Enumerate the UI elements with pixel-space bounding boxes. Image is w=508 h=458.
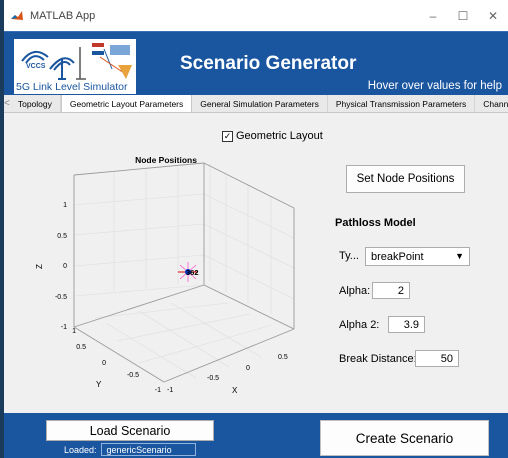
checkbox-box[interactable]: ✓ (222, 130, 233, 142)
window-titlebar: MATLAB App – ☐ ✕ (4, 0, 508, 31)
y-tick: -0.5 (127, 372, 139, 379)
alpha-field[interactable]: 2 (372, 282, 410, 299)
tab-label: Channe (483, 98, 508, 109)
plot-grid (73, 164, 295, 383)
break-distance-field[interactable]: 50 (415, 350, 459, 367)
help-hint: Hover over values for help (367, 80, 502, 92)
y-tick: 1 (72, 328, 76, 335)
z-axis-label: Z (35, 264, 44, 269)
loaded-scenario-row: Loaded: genericScenario (64, 443, 196, 456)
simulator-logo: VCCS 5G Link Level Simulator (14, 39, 136, 94)
app-title: Scenario Generator (180, 53, 357, 74)
app-header: VCCS 5G Link Level Simulator Scenario Ge… (4, 31, 508, 95)
pathloss-type-value: breakPoint (371, 250, 424, 263)
geometric-layout-checkbox[interactable]: ✓ Geometric Layout (222, 130, 323, 142)
plot-title: Node Positions (135, 155, 197, 165)
bottom-bar: Load Scenario Loaded: genericScenario Cr… (4, 413, 508, 458)
z-tick: -0.5 (55, 294, 67, 301)
x-axis-ticks: 0.5 0 -0.5 -1 (167, 354, 288, 394)
check-icon: ✓ (223, 130, 232, 141)
x-tick: 0.5 (278, 354, 288, 361)
alpha-label: Alpha: (339, 285, 371, 297)
x-tick: -0.5 (207, 375, 219, 382)
z-tick: 0.5 (57, 233, 67, 240)
node-marker-label: 362 (186, 268, 199, 277)
load-scenario-button[interactable]: Load Scenario (46, 420, 214, 441)
dropdown-arrow-icon: ▼ (455, 251, 464, 261)
x-tick: 0 (246, 365, 250, 372)
maximize-button[interactable]: ☐ (448, 0, 478, 31)
window-title: MATLAB App (30, 9, 96, 22)
tab-label: General Simulation Parameters (200, 98, 319, 109)
minimize-button[interactable]: – (418, 0, 448, 31)
y-tick: -1 (155, 387, 161, 394)
node-positions-plot[interactable]: Node Positions 1 0.5 0 -0.5 -1 Z 1 0.5 0… (24, 153, 324, 403)
alpha2-field[interactable]: 3.9 (388, 316, 425, 333)
pathloss-type-dropdown[interactable]: breakPoint ▼ (365, 247, 470, 266)
set-node-positions-button[interactable]: Set Node Positions (346, 165, 465, 193)
pathloss-type-label: Ty... (339, 250, 359, 262)
create-scenario-button[interactable]: Create Scenario (320, 420, 489, 456)
tab-bar: < Topology Geometric Layout Parameters G… (4, 95, 508, 113)
alpha2-label: Alpha 2: (339, 319, 380, 331)
loaded-label: Loaded: (64, 444, 97, 455)
tab-geometric-layout-parameters[interactable]: Geometric Layout Parameters (60, 95, 193, 112)
z-tick: -1 (61, 324, 67, 331)
y-axis-ticks: 1 0.5 0 -0.5 -1 (72, 328, 161, 394)
x-tick: -1 (167, 387, 173, 394)
tab-label: Physical Transmission Parameters (335, 98, 467, 109)
tab-physical-transmission-parameters[interactable]: Physical Transmission Parameters (328, 95, 476, 112)
geometric-layout-label: Geometric Layout (236, 130, 323, 142)
z-axis-ticks: 1 0.5 0 -0.5 -1 (55, 202, 67, 331)
vccs-badge: VCCS (26, 63, 46, 70)
break-distance-label: Break Distance: (339, 353, 417, 365)
z-tick: 1 (63, 202, 67, 209)
matlab-app-icon (10, 8, 24, 23)
antenna-logo-graphic (21, 43, 132, 80)
z-tick: 0 (63, 263, 67, 270)
tab-label: Topology (17, 98, 52, 109)
x-axis-label: X (232, 386, 238, 395)
close-button[interactable]: ✕ (478, 0, 508, 31)
tab-general-simulation-parameters[interactable]: General Simulation Parameters (192, 95, 328, 112)
tab-topology[interactable]: Topology (10, 95, 61, 112)
pathloss-model-title: Pathloss Model (335, 217, 416, 229)
loaded-scenario-value: genericScenario (100, 443, 196, 456)
tab-label: Geometric Layout Parameters (69, 98, 184, 109)
y-axis-label: Y (96, 380, 102, 389)
y-tick: 0.5 (76, 344, 86, 351)
geometric-layout-panel: ✓ Geometric Layout Node Positions 1 0.5 … (4, 113, 508, 413)
tab-channel[interactable]: Channe (475, 95, 508, 112)
y-tick: 0 (102, 360, 106, 367)
logo-text: 5G Link Level Simulator (16, 81, 128, 93)
